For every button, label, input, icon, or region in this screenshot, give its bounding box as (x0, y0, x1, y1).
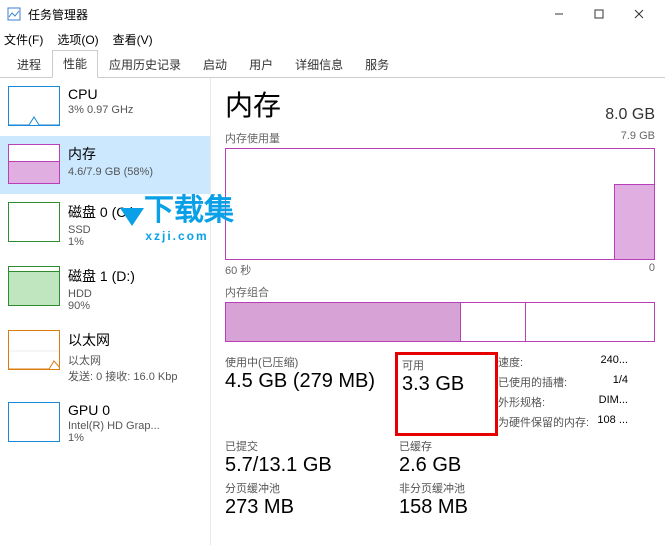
menu-options[interactable]: 选项(O) (57, 31, 98, 48)
window-title: 任务管理器 (28, 6, 539, 23)
close-button[interactable] (619, 0, 659, 28)
disk1-sparkline (8, 266, 60, 306)
sidebar-item-sub: Intel(R) HD Grap... (68, 420, 160, 432)
usage-label: 内存使用量 (225, 130, 280, 146)
nonpaged-label: 非分页缓冲池 (399, 480, 494, 496)
menu-view[interactable]: 查看(V) (113, 31, 153, 48)
detail-header: 内存 8.0 GB (225, 84, 655, 124)
reserved-label: 为硬件保留的内存: (498, 414, 589, 430)
sidebar-item-ethernet[interactable]: 以太网 以太网 发送: 0 接收: 16.0 Kbp (0, 322, 210, 394)
sidebar-item-sub2: 90% (68, 300, 135, 312)
tab-startup[interactable]: 启动 (192, 51, 238, 78)
sidebar-item-title: 内存 (68, 144, 153, 164)
sidebar-text: 磁盘 1 (D:) HDD 90% (68, 266, 135, 312)
available-value: 3.3 GB (402, 374, 491, 395)
sidebar-item-title: GPU 0 (68, 402, 160, 418)
committed-label: 已提交 (225, 438, 395, 454)
memory-sparkline (8, 144, 60, 184)
sidebar-item-gpu0[interactable]: GPU 0 Intel(R) HD Grap... 1% (0, 394, 210, 454)
paged-value: 273 MB (225, 497, 395, 518)
sidebar-text: 内存 4.6/7.9 GB (58%) (68, 144, 153, 184)
disk0-sparkline (8, 202, 60, 242)
sidebar-text: 磁盘 0 (C:) SSD 1% (68, 202, 135, 248)
sidebar-item-sub2: 1% (68, 432, 160, 444)
sidebar: CPU 3% 0.97 GHz 内存 4.6/7.9 GB (58%) 磁盘 0… (0, 78, 210, 545)
tab-bar: 进程 性能 应用历史记录 启动 用户 详细信息 服务 (0, 50, 665, 78)
menu-file[interactable]: 文件(F) (4, 31, 43, 48)
sidebar-item-cpu[interactable]: CPU 3% 0.97 GHz (0, 78, 210, 136)
inuse-value: 4.5 GB (279 MB) (225, 371, 395, 392)
minimize-button[interactable] (539, 0, 579, 28)
memory-usage-graph[interactable] (225, 148, 655, 260)
sidebar-item-title: 磁盘 0 (C:) (68, 202, 135, 222)
menubar: 文件(F) 选项(O) 查看(V) (0, 28, 665, 50)
sidebar-item-sub: 3% 0.97 GHz (68, 104, 133, 116)
usage-max: 7.9 GB (621, 130, 655, 146)
formfactor-value: DIM... (592, 394, 628, 410)
ethernet-sparkline (8, 330, 60, 370)
sidebar-item-title: CPU (68, 86, 133, 102)
sidebar-item-sub: SSD (68, 224, 135, 236)
sidebar-item-sub2: 1% (68, 236, 135, 248)
sidebar-item-sub: 以太网 (68, 352, 177, 368)
available-label: 可用 (402, 357, 491, 373)
main-content: CPU 3% 0.97 GHz 内存 4.6/7.9 GB (58%) 磁盘 0… (0, 78, 665, 545)
sidebar-item-title: 以太网 (68, 330, 177, 350)
speed-value: 240... (592, 354, 628, 370)
window-controls (539, 0, 659, 28)
cpu-sparkline (8, 86, 60, 126)
slots-value: 1/4 (592, 374, 628, 390)
speed-label: 速度: (498, 354, 523, 370)
sidebar-item-sub2: 发送: 0 接收: 16.0 Kbp (68, 368, 177, 384)
tab-processes[interactable]: 进程 (6, 51, 52, 78)
reserved-value: 108 ... (592, 414, 628, 430)
paged-label: 分页缓冲池 (225, 480, 395, 496)
available-highlight: 可用 3.3 GB (395, 352, 498, 436)
tab-app-history[interactable]: 应用历史记录 (98, 51, 192, 78)
tab-details[interactable]: 详细信息 (284, 51, 354, 78)
committed-value: 5.7/13.1 GB (225, 455, 395, 476)
stats-grid: 使用中(已压缩) 4.5 GB (279 MB) 可用 3.3 GB 速度: 24… (225, 354, 655, 518)
sidebar-item-sub: HDD (68, 288, 135, 300)
sidebar-text: GPU 0 Intel(R) HD Grap... 1% (68, 402, 160, 444)
sidebar-text: CPU 3% 0.97 GHz (68, 86, 133, 126)
gpu-sparkline (8, 402, 60, 442)
composition-label: 内存组合 (225, 284, 269, 300)
tab-performance[interactable]: 性能 (52, 50, 98, 78)
detail-title: 内存 (225, 84, 281, 124)
nonpaged-value: 158 MB (399, 497, 494, 518)
sidebar-item-sub: 4.6/7.9 GB (58%) (68, 166, 153, 178)
titlebar: 任务管理器 (0, 0, 665, 28)
tab-users[interactable]: 用户 (238, 51, 284, 78)
app-icon (6, 6, 22, 22)
maximize-button[interactable] (579, 0, 619, 28)
sidebar-item-title: 磁盘 1 (D:) (68, 266, 135, 286)
cached-value: 2.6 GB (399, 455, 494, 476)
detail-total: 8.0 GB (605, 106, 655, 124)
detail-pane: 内存 8.0 GB 内存使用量 7.9 GB 60 秒 0 内存组合 使用中(已… (210, 78, 665, 545)
axis-right: 0 (649, 262, 655, 278)
memory-composition-graph[interactable] (225, 302, 655, 342)
sidebar-item-disk1[interactable]: 磁盘 1 (D:) HDD 90% (0, 258, 210, 322)
sidebar-text: 以太网 以太网 发送: 0 接收: 16.0 Kbp (68, 330, 177, 384)
cached-label: 已缓存 (399, 438, 494, 454)
formfactor-label: 外形规格: (498, 394, 545, 410)
slots-label: 已使用的插槽: (498, 374, 567, 390)
inuse-label: 使用中(已压缩) (225, 354, 395, 370)
sidebar-item-memory[interactable]: 内存 4.6/7.9 GB (58%) (0, 136, 210, 194)
sidebar-item-disk0[interactable]: 磁盘 0 (C:) SSD 1% (0, 194, 210, 258)
axis-left: 60 秒 (225, 262, 251, 278)
tab-services[interactable]: 服务 (354, 51, 400, 78)
